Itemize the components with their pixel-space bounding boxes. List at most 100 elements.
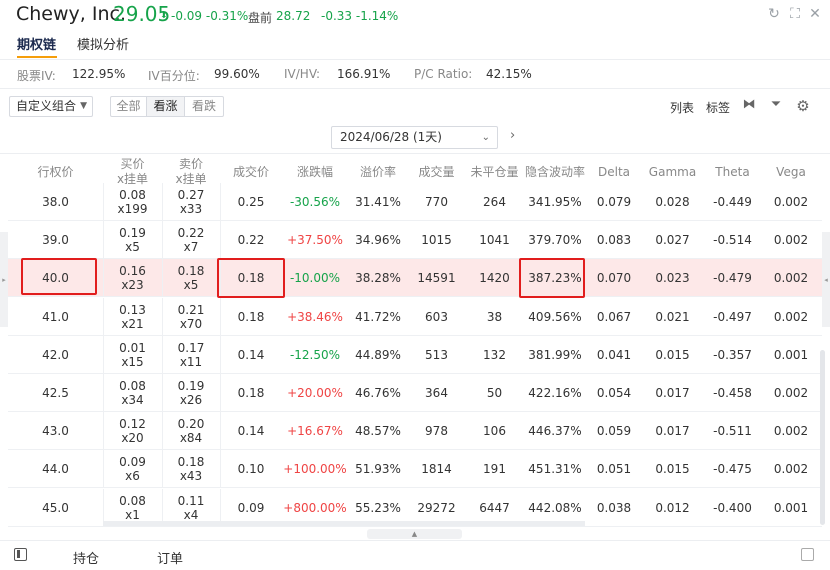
last-price-cell[interactable]: 0.14	[220, 412, 282, 450]
ask-cell[interactable]: 0.27 x33	[162, 183, 220, 221]
gamma-cell[interactable]: 0.028	[642, 183, 703, 221]
change-cell[interactable]: +20.00%	[282, 374, 348, 412]
bid-cell[interactable]: 0.19 x5	[103, 221, 162, 259]
expiry-date-select[interactable]: 2024/06/28 (1天) ⌄	[331, 126, 498, 149]
volume-cell[interactable]: 513	[408, 336, 465, 374]
strike-cell[interactable]: 42.5	[8, 374, 103, 412]
gamma-cell[interactable]: 0.027	[642, 221, 703, 259]
volume-cell[interactable]: 603	[408, 298, 465, 336]
vega-cell[interactable]: 0.002	[762, 412, 820, 450]
strike-cell[interactable]: 45.0	[8, 489, 103, 527]
implied-volatility-cell[interactable]: 446.37%	[524, 412, 586, 450]
theta-cell[interactable]: -0.357	[703, 336, 762, 374]
strike-cell[interactable]: 38.0	[8, 183, 103, 221]
table-row[interactable]: 39.0 0.19 x5 0.22 x7 0.22 +37.50% 34.96% 1015 104…	[8, 221, 822, 260]
delta-cell[interactable]: 0.038	[586, 489, 642, 527]
change-cell[interactable]: +100.00%	[282, 450, 348, 488]
table-row[interactable]: 44.0 0.09 x6 0.18 x43 0.10 +100.00% 51.93% 1814 1…	[8, 450, 822, 489]
table-row[interactable]: 42.5 0.08 x34 0.19 x26 0.18 +20.00% 46.76% 364 50…	[8, 374, 822, 412]
last-price-cell[interactable]: 0.25	[220, 183, 282, 221]
open-interest-cell[interactable]: 38	[465, 298, 524, 336]
theta-cell[interactable]: -0.475	[703, 450, 762, 488]
change-cell[interactable]: +37.50%	[282, 221, 348, 259]
filter-all-button[interactable]: 全部	[110, 96, 147, 117]
gamma-cell[interactable]: 0.017	[642, 374, 703, 412]
theta-cell[interactable]: -0.497	[703, 298, 762, 336]
filter-icon[interactable]: ⏷	[768, 97, 784, 112]
open-interest-cell[interactable]: 1041	[465, 221, 524, 259]
volume-cell[interactable]: 364	[408, 374, 465, 412]
list-view-button[interactable]: 列表	[670, 99, 694, 116]
premium-cell[interactable]: 41.72%	[348, 298, 408, 336]
table-row[interactable]: 40.0 0.16 x23 0.18 x5 0.18 -10.00% 38.28% 14591 1…	[8, 259, 822, 298]
bid-cell[interactable]: 0.16 x23	[103, 259, 162, 297]
theta-cell[interactable]: -0.458	[703, 374, 762, 412]
ask-cell[interactable]: 0.20 x84	[162, 412, 220, 450]
panel-toggle-icon[interactable]	[14, 548, 27, 561]
tab-option-chain[interactable]: 期权链	[17, 34, 56, 53]
ask-cell[interactable]: 0.22 x7	[162, 221, 220, 259]
tab-positions[interactable]: 持仓	[73, 548, 99, 567]
combo-select[interactable]: 自定义组合 ▼	[9, 96, 93, 117]
delta-cell[interactable]: 0.079	[586, 183, 642, 221]
tab-orders[interactable]: 订单	[157, 548, 183, 567]
change-cell[interactable]: +16.67%	[282, 412, 348, 450]
change-cell[interactable]: -12.50%	[282, 336, 348, 374]
scroll-left-handle[interactable]: ▸	[0, 232, 8, 327]
premium-cell[interactable]: 31.41%	[348, 183, 408, 221]
table-row[interactable]: 41.0 0.13 x21 0.21 x70 0.18 +38.46% 41.72% 603 38…	[8, 297, 822, 336]
table-row[interactable]: 42.0 0.01 x15 0.17 x11 0.14 -12.50% 44.89% 513 13…	[8, 335, 822, 374]
vega-cell[interactable]: 0.002	[762, 183, 820, 221]
column-adjust-icon[interactable]: ⧓	[741, 97, 757, 112]
implied-volatility-cell[interactable]: 409.56%	[524, 298, 586, 336]
table-row[interactable]: 38.0 0.08 x199 0.27 x33 0.25 -30.56% 31.41% 770 2…	[8, 183, 822, 221]
premium-cell[interactable]: 34.96%	[348, 221, 408, 259]
premium-cell[interactable]: 51.93%	[348, 450, 408, 488]
scroll-right-handle[interactable]: ◂	[822, 232, 830, 327]
close-icon[interactable]: ✕	[806, 5, 824, 23]
settings-icon[interactable]: ⚙	[795, 97, 811, 115]
theta-cell[interactable]: -0.479	[703, 259, 762, 297]
gamma-cell[interactable]: 0.015	[642, 450, 703, 488]
bid-cell[interactable]: 0.13 x21	[103, 298, 162, 336]
tab-simulation[interactable]: 模拟分析	[77, 34, 129, 53]
last-price-cell[interactable]: 0.18	[220, 298, 282, 336]
theta-cell[interactable]: -0.400	[703, 489, 762, 527]
bid-cell[interactable]: 0.12 x20	[103, 412, 162, 450]
vertical-scrollbar[interactable]	[820, 350, 825, 525]
strike-cell[interactable]: 41.0	[8, 298, 103, 336]
vega-cell[interactable]: 0.001	[762, 336, 820, 374]
ask-cell[interactable]: 0.17 x11	[162, 336, 220, 374]
premium-cell[interactable]: 44.89%	[348, 336, 408, 374]
filter-call-button[interactable]: 看涨	[146, 96, 185, 117]
next-date-icon[interactable]: ›	[510, 128, 515, 143]
last-price-cell[interactable]: 0.14	[220, 336, 282, 374]
change-cell[interactable]: -10.00%	[282, 259, 348, 297]
ask-cell[interactable]: 0.19 x26	[162, 374, 220, 412]
volume-cell[interactable]: 978	[408, 412, 465, 450]
premium-cell[interactable]: 48.57%	[348, 412, 408, 450]
premium-cell[interactable]: 46.76%	[348, 374, 408, 412]
bid-cell[interactable]: 0.08 x34	[103, 374, 162, 412]
delta-cell[interactable]: 0.083	[586, 221, 642, 259]
popout-icon[interactable]	[801, 548, 814, 561]
delta-cell[interactable]: 0.067	[586, 298, 642, 336]
gamma-cell[interactable]: 0.015	[642, 336, 703, 374]
strike-cell[interactable]: 43.0	[8, 412, 103, 450]
bid-cell[interactable]: 0.08 x199	[103, 183, 162, 221]
vega-cell[interactable]: 0.001	[762, 489, 820, 527]
volume-cell[interactable]: 770	[408, 183, 465, 221]
last-price-cell[interactable]: 0.18	[220, 374, 282, 412]
strike-cell[interactable]: 44.0	[8, 450, 103, 488]
change-cell[interactable]: -30.56%	[282, 183, 348, 221]
last-price-cell[interactable]: 0.10	[220, 450, 282, 488]
vega-cell[interactable]: 0.002	[762, 221, 820, 259]
tag-view-button[interactable]: 标签	[706, 99, 730, 116]
last-price-cell[interactable]: 0.22	[220, 221, 282, 259]
implied-volatility-cell[interactable]: 422.16%	[524, 374, 586, 412]
open-interest-cell[interactable]: 1420	[465, 259, 524, 297]
open-interest-cell[interactable]: 106	[465, 412, 524, 450]
delta-cell[interactable]: 0.041	[586, 336, 642, 374]
volume-cell[interactable]: 1015	[408, 221, 465, 259]
strike-cell[interactable]: 39.0	[8, 221, 103, 259]
